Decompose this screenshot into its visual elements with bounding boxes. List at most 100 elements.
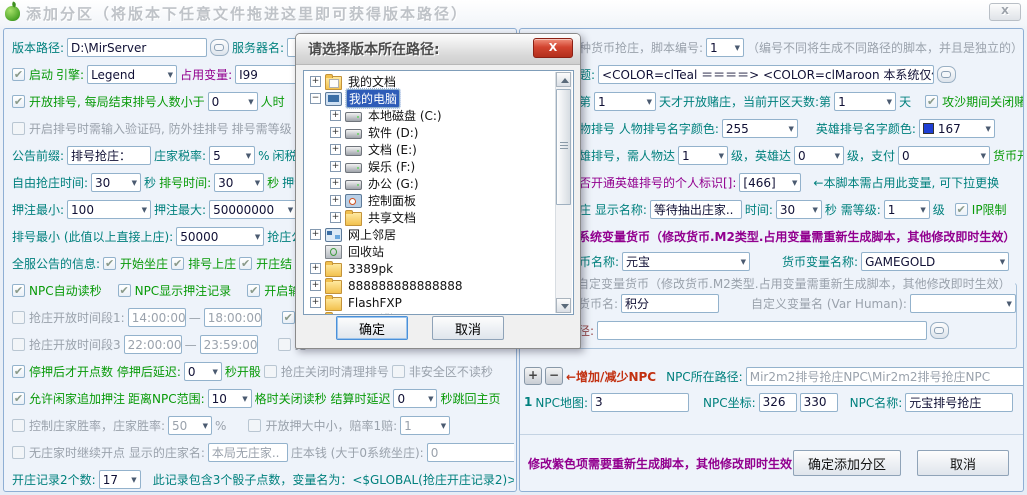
checkbox[interactable]: ✔开始坐庄 <box>103 255 168 272</box>
dropdown[interactable]: 0▼ <box>208 92 258 111</box>
tree-item-label[interactable]: 控制面板 <box>366 192 418 209</box>
tree-item-label[interactable]: 办公 (G:) <box>366 175 421 192</box>
expand-icon[interactable]: + <box>310 76 321 87</box>
text-input[interactable]: 本局无庄家.. <box>208 443 288 462</box>
window-close-button[interactable]: X <box>989 3 1021 21</box>
checkbox-box[interactable]: ✔ <box>103 257 116 270</box>
expand-icon[interactable]: + <box>330 178 341 189</box>
currency-variable-select[interactable]: GAMEGOLD▼ <box>861 252 1009 271</box>
chevron-down-icon[interactable]: ▼ <box>245 98 253 106</box>
chevron-down-icon[interactable]: ▼ <box>810 206 818 214</box>
expand-icon[interactable]: + <box>310 297 321 308</box>
dropdown[interactable]: 30▼ <box>214 173 264 192</box>
checkbox-box[interactable] <box>392 365 405 378</box>
chevron-down-icon[interactable]: ▼ <box>644 98 652 106</box>
checkbox[interactable]: 无庄家时继续开点 显示的庄家名: <box>12 444 205 461</box>
chevron-down-icon[interactable]: ▼ <box>997 258 1005 266</box>
tree-item[interactable]: +文档 (E:) <box>304 141 573 158</box>
cancel-button[interactable]: 取消 <box>917 450 1009 476</box>
dropdown[interactable]: 1▼ <box>678 146 728 165</box>
checkbox-box[interactable] <box>12 338 25 351</box>
npc-path-input[interactable]: Mir2m2排号抢庄NPC\Mir2m2排号抢庄NPC <box>746 367 1023 386</box>
checkbox[interactable]: ✔NPC自动读秒 <box>12 282 102 299</box>
expand-icon[interactable]: + <box>330 195 341 206</box>
scroll-down-icon[interactable] <box>556 298 571 313</box>
chevron-down-icon[interactable]: ▼ <box>732 44 740 52</box>
tree-item-label[interactable]: 3389pk <box>346 262 395 276</box>
chevron-down-icon[interactable]: ▼ <box>832 152 840 160</box>
chevron-down-icon[interactable]: ▼ <box>139 206 147 214</box>
browse-version-button[interactable] <box>210 39 229 56</box>
chevron-down-icon[interactable]: ▼ <box>128 476 136 484</box>
tree-item-label[interactable]: 网上邻居 <box>346 226 398 243</box>
checkbox[interactable]: ✔排号上庄 <box>171 255 236 272</box>
tree-item[interactable]: +软件 (D:) <box>304 124 573 141</box>
dropdown[interactable]: 0▼ <box>393 389 437 408</box>
chevron-down-icon[interactable]: ▼ <box>978 152 986 160</box>
dropdown[interactable]: 5▼ <box>209 146 255 165</box>
tree-item[interactable]: +LEG引擎 <box>304 311 573 315</box>
checkbox-box[interactable]: ✔ <box>239 257 252 270</box>
dropdown[interactable]: 50000000▼ <box>209 200 297 219</box>
tree-item[interactable]: + 网上邻居 <box>304 226 573 243</box>
ellipsis-button[interactable] <box>937 66 956 83</box>
checkbox[interactable]: 抢庄开放时间段3 <box>12 336 121 353</box>
dropdown[interactable]: 1▼ <box>884 200 930 219</box>
dropdown[interactable]: 100▼ <box>67 200 151 219</box>
checkbox-box[interactable]: ✔ <box>118 284 131 297</box>
tree-item-label[interactable]: 文档 (E:) <box>366 141 419 158</box>
title-text-input[interactable]: <COLOR=clTeal ＝＝＝＝> <COLOR=clMaroon 本系统仅… <box>598 65 934 84</box>
start-checkbox[interactable]: ✔启动 <box>12 66 53 83</box>
text-input[interactable] <box>597 321 927 340</box>
checkbox-box[interactable]: ✔ <box>247 284 260 297</box>
expand-icon[interactable]: + <box>310 280 321 291</box>
expand-icon[interactable]: + <box>310 314 321 315</box>
tree-item-label[interactable]: 我的电脑 <box>346 89 400 108</box>
confirm-add-partition-button[interactable]: 确定添加分区 <box>793 450 901 476</box>
checkbox[interactable]: ✔开放排号, 每局结束排号人数小于 <box>12 93 205 110</box>
chevron-down-icon[interactable]: ▼ <box>243 152 251 160</box>
scrollbar-thumb[interactable] <box>556 89 571 205</box>
checkbox[interactable]: 开放押大中小，赔率1赔: <box>248 417 397 434</box>
chevron-down-icon[interactable]: ▼ <box>983 125 991 133</box>
chevron-down-icon[interactable]: ▼ <box>200 422 208 430</box>
dropdown[interactable]: 167▼ <box>919 119 995 138</box>
expand-icon[interactable]: + <box>310 229 321 240</box>
text-input[interactable]: 23:59:00 <box>200 335 258 354</box>
chevron-down-icon[interactable]: ▼ <box>425 395 433 403</box>
custom-currency-input[interactable]: 积分 <box>621 294 719 313</box>
checkbox-box[interactable]: ✔ <box>282 311 295 324</box>
checkbox-box[interactable] <box>12 419 25 432</box>
tree-item[interactable]: + 我的文档 <box>304 73 573 90</box>
checkbox-box[interactable]: ✔ <box>171 257 184 270</box>
dropdown[interactable]: 30▼ <box>91 173 141 192</box>
dropdown[interactable]: 50▼ <box>168 416 212 435</box>
tree-item[interactable]: +本地磁盘 (C:) <box>304 107 573 124</box>
chevron-down-icon[interactable]: ▼ <box>438 422 446 430</box>
checkbox-box[interactable] <box>12 311 25 324</box>
dropdown[interactable]: ▼ <box>910 294 1016 313</box>
script-number-select[interactable]: 1▼ <box>706 38 744 57</box>
collapse-icon[interactable]: − <box>310 93 321 104</box>
tree-item-label[interactable]: 我的文档 <box>346 73 398 90</box>
checkbox[interactable]: 控制庄家胜率，庄家胜率: <box>12 417 165 434</box>
dropdown[interactable]: 255▼ <box>722 119 798 138</box>
chevron-down-icon[interactable]: ▼ <box>239 395 247 403</box>
tree-item-label[interactable]: 共享文档 <box>366 209 418 226</box>
expand-icon[interactable]: + <box>330 212 341 223</box>
chevron-down-icon[interactable]: ▼ <box>884 98 892 106</box>
npc-y-input[interactable]: 330 <box>800 393 838 412</box>
checkbox-box[interactable] <box>12 446 25 459</box>
checkbox-box[interactable]: ✔ <box>12 68 25 81</box>
checkbox-box[interactable]: ✔ <box>12 284 25 297</box>
checkbox[interactable]: 抢庄关闭时清理排号 <box>264 363 389 380</box>
npc-map-input[interactable]: 3 <box>591 393 689 412</box>
dropdown[interactable]: 0▼ <box>794 146 844 165</box>
dialog-close-button[interactable]: X <box>533 38 573 58</box>
chevron-down-icon[interactable]: ▼ <box>789 179 797 187</box>
dropdown[interactable]: 50000▼ <box>176 227 264 246</box>
version-path-input[interactable]: D:\MirServer <box>67 38 207 57</box>
chevron-down-icon[interactable]: ▼ <box>785 125 793 133</box>
checkbox-box[interactable]: ✔ <box>12 95 25 108</box>
chevron-down-icon[interactable]: ▼ <box>129 179 137 187</box>
